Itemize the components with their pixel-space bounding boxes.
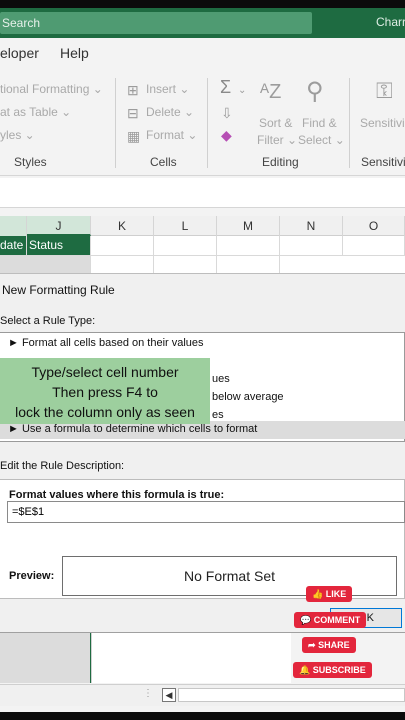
column-header-l[interactable]: L [154, 216, 217, 236]
delete-button[interactable]: Delete ⌄ [146, 105, 194, 119]
ribbon-divider [349, 78, 350, 168]
delete-cells-icon: ⊟ [127, 105, 139, 121]
cell[interactable] [343, 236, 405, 256]
cell[interactable] [154, 236, 217, 256]
instruction-overlay: Type/select cell number Then press F4 to… [0, 358, 210, 424]
search-box[interactable]: Search [0, 12, 312, 34]
preview-label: Preview: [9, 570, 55, 582]
subscribe-button[interactable]: 🔔 SUBSCRIBE [293, 662, 372, 678]
select-rule-type-label: Select a Rule Type: [0, 315, 96, 327]
format-cells-icon: ▦ [127, 128, 141, 144]
chevron-down-icon: ⌄ [238, 85, 247, 96]
fill-icon[interactable]: ⇩ [221, 106, 233, 120]
cell-styles-button[interactable]: yles ⌄ [0, 128, 35, 142]
formula-input[interactable]: =$E$1 [7, 501, 405, 523]
column-header-j[interactable]: J [27, 216, 91, 236]
sheet-area[interactable] [91, 633, 291, 683]
ribbon: tional Formatting ⌄ at as Table ⌄ yles ⌄… [0, 72, 405, 176]
cells-group-label: Cells [150, 155, 177, 169]
sensitivity-icon: ⚿ [376, 78, 393, 103]
bell-icon: 🔔 [299, 665, 311, 675]
overlay-line-2: Then press F4 to [52, 384, 158, 400]
comment-button[interactable]: 💬 COMMENT [294, 612, 367, 628]
horizontal-scrollbar[interactable] [178, 688, 405, 702]
formula-bar[interactable] [0, 178, 405, 208]
sheet-tab-strip: ⋮ ◀ [0, 684, 405, 706]
insert-cells-icon: ⊞ [127, 82, 139, 98]
user-name[interactable]: Charr [376, 15, 405, 29]
ribbon-divider [115, 78, 116, 168]
title-bar: Search Charr [0, 8, 405, 38]
rule-item-fragment[interactable]: below average [212, 391, 284, 403]
rule-selected-label: ► Use a formula to determine which cells… [8, 423, 258, 435]
formula-prompt: Format values where this formula is true… [9, 489, 225, 501]
sensitivity-group-label: Sensitivi [361, 155, 405, 169]
like-button[interactable]: 👍 LIKE [306, 586, 353, 602]
ribbon-divider [207, 78, 208, 168]
cell[interactable] [280, 236, 343, 256]
dialog-title: New Formatting Rule [2, 283, 115, 297]
comment-icon: 💬 [300, 615, 312, 625]
magnifier-icon: ⚲ [306, 78, 324, 105]
clear-eraser-icon[interactable]: ◆ [221, 128, 232, 142]
find-select-button[interactable]: Find & [302, 116, 337, 130]
arrow-icon: ► [8, 337, 19, 349]
column-header-k[interactable]: K [91, 216, 154, 236]
share-button[interactable]: ➦ SHARE [302, 637, 356, 653]
overlay-line-3: lock the column only as seen [15, 404, 195, 420]
excel-window: Search Charr eloper Help tional Formatti… [0, 8, 405, 712]
arrow-icon: ► [8, 423, 19, 435]
sort-filter-icon: ᴬZ [260, 81, 282, 103]
sort-filter-button[interactable]: Sort & [259, 116, 292, 130]
editing-group-label: Editing [262, 155, 299, 169]
insert-button[interactable]: Insert ⌄ [146, 82, 189, 96]
cell[interactable] [91, 236, 154, 256]
new-formatting-rule-dialog: New Formatting Rule Select a Rule Type: … [0, 273, 405, 633]
cell-status-header[interactable]: Status [27, 236, 91, 256]
column-headers: J K L M N O [0, 216, 405, 236]
select-label[interactable]: Select ⌄ [298, 133, 345, 147]
column-header-n[interactable]: N [280, 216, 343, 236]
rule-item-fragment[interactable]: ues [212, 373, 230, 385]
format-as-table-button[interactable]: at as Table ⌄ [0, 105, 71, 119]
selected-column-area[interactable] [0, 633, 91, 683]
conditional-formatting-button[interactable]: tional Formatting ⌄ [0, 82, 103, 96]
tab-help[interactable]: Help [60, 45, 89, 61]
overlay-line-1: Type/select cell number [31, 364, 179, 380]
column-header-i[interactable] [0, 216, 27, 236]
column-header-o[interactable]: O [343, 216, 405, 236]
cell[interactable] [217, 236, 280, 256]
rule-item[interactable]: ► Format all cells based on their values [8, 337, 204, 349]
edit-description-label: Edit the Rule Description: [0, 460, 125, 472]
sigma-icon[interactable]: Σ [220, 78, 231, 96]
search-label: Search [2, 16, 41, 30]
filter-label[interactable]: Filter ⌄ [257, 133, 297, 147]
cell-date-header[interactable]: date [0, 236, 27, 256]
share-icon: ➦ [308, 640, 316, 650]
styles-group-label: Styles [14, 155, 47, 169]
scroll-dots-icon: ⋮ [143, 688, 153, 699]
format-button[interactable]: Format ⌄ [146, 128, 197, 142]
sensitivity-button[interactable]: Sensitivi [360, 116, 405, 130]
scroll-left-icon[interactable]: ◀ [162, 688, 176, 702]
tab-developer[interactable]: eloper [0, 45, 39, 61]
rule-item-fragment[interactable]: es [212, 409, 224, 421]
column-header-m[interactable]: M [217, 216, 280, 236]
thumbs-up-icon: 👍 [312, 589, 324, 599]
sheet-grid: date Status [0, 236, 405, 276]
